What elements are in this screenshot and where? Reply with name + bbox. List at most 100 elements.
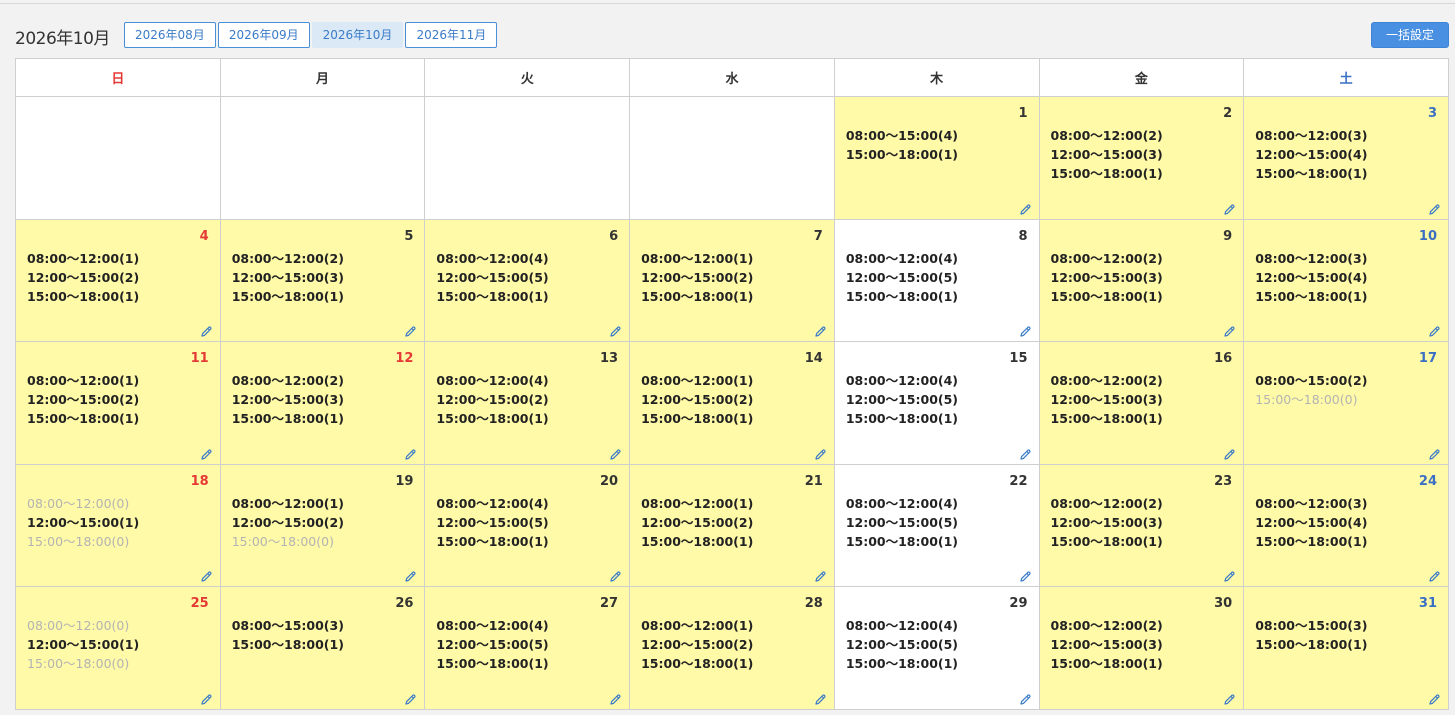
time-slot-list: 08:00〜12:00(3) 12:00〜15:00(4) 15:00〜18:00(…	[1255, 494, 1367, 551]
calendar-day-cell: 4 08:00〜12:00(1) 12:00〜15:00(2) 15:00〜18:00…	[15, 218, 221, 343]
day-number: 17	[1418, 351, 1437, 367]
time-slot-list: 08:00〜15:00(2) 15:00〜18:00(0)	[1255, 371, 1367, 409]
pencil-icon[interactable]	[404, 446, 417, 460]
calendar-grid: 日 月 火 水 木 金 土 1 08:00〜15:00(4) 15:00〜18:00…	[15, 58, 1449, 710]
pencil-icon[interactable]	[1428, 323, 1441, 337]
calendar-body: 1 08:00〜15:00(4) 15:00〜18:00(1) 2 08:00〜12:0…	[15, 96, 1449, 710]
pencil-icon[interactable]	[814, 568, 827, 582]
calendar-day-cell: 28 08:00〜12:00(1) 12:00〜15:00(2) 15:00〜18:0…	[629, 586, 835, 710]
day-number: 30	[1214, 596, 1233, 612]
pencil-icon[interactable]	[1428, 201, 1441, 215]
calendar-week-row: 25 08:00〜12:00(0) 12:00〜15:00(1) 15:00〜18:0…	[15, 586, 1449, 710]
time-slot: 12:00〜15:00(3)	[1050, 392, 1163, 408]
calendar-day-cell: 20 08:00〜12:00(4) 12:00〜15:00(5) 15:00〜18:0…	[424, 463, 631, 588]
time-slot: 08:00〜12:00(1)	[27, 250, 140, 266]
calendar-empty-cell	[15, 96, 221, 220]
pencil-icon[interactable]	[1223, 568, 1236, 582]
pencil-icon[interactable]	[1223, 323, 1236, 337]
time-slot-list: 08:00〜12:00(2) 12:00〜15:00(3) 15:00〜18:00(…	[1051, 249, 1163, 306]
calendar-day-cell: 31 08:00〜15:00(3) 15:00〜18:00(1)	[1243, 586, 1449, 710]
time-slot-list: 08:00〜12:00(2) 12:00〜15:00(3) 15:00〜18:00(…	[1051, 616, 1163, 673]
pencil-icon[interactable]	[1428, 446, 1441, 460]
calendar-day-cell: 18 08:00〜12:00(0) 12:00〜15:00(1) 15:00〜18:0…	[15, 463, 221, 588]
time-slot: 15:00〜18:00(1)	[436, 533, 549, 549]
time-slot-list: 08:00〜12:00(1) 12:00〜15:00(2) 15:00〜18:00(…	[232, 494, 344, 551]
pencil-icon[interactable]	[1223, 691, 1236, 705]
calendar-day-cell: 2 08:00〜12:00(2) 12:00〜15:00(3) 15:00〜18:00…	[1038, 96, 1245, 220]
pencil-icon[interactable]	[609, 323, 622, 337]
calendar-day-cell: 29 08:00〜12:00(4) 12:00〜15:00(5) 15:00〜18:0…	[833, 586, 1040, 710]
day-number: 24	[1418, 473, 1437, 489]
pencil-icon[interactable]	[1223, 201, 1236, 215]
pencil-icon[interactable]	[1019, 446, 1032, 460]
time-slot: 12:00〜15:00(3)	[1050, 637, 1163, 653]
time-slot-list: 08:00〜12:00(4) 12:00〜15:00(5) 15:00〜18:00(…	[846, 249, 958, 306]
time-slot: 12:00〜15:00(1)	[27, 514, 140, 530]
time-slot-list: 08:00〜12:00(4) 12:00〜15:00(5) 15:00〜18:00(…	[436, 249, 548, 306]
day-number: 28	[804, 596, 823, 612]
pencil-icon[interactable]	[404, 691, 417, 705]
time-slot-list: 08:00〜12:00(2) 12:00〜15:00(3) 15:00〜18:00(…	[232, 249, 344, 306]
time-slot: 15:00〜18:00(1)	[845, 656, 959, 672]
time-slot: 08:00〜12:00(0)	[27, 618, 130, 634]
time-slot: 08:00〜12:00(2)	[1050, 618, 1163, 634]
time-slot: 12:00〜15:00(2)	[641, 392, 754, 408]
time-slot-list: 08:00〜15:00(4) 15:00〜18:00(1)	[846, 126, 958, 164]
time-slot-list: 08:00〜12:00(2) 12:00〜15:00(3) 15:00〜18:00(…	[232, 371, 344, 428]
pencil-icon[interactable]	[1019, 323, 1032, 337]
pencil-icon[interactable]	[200, 323, 213, 337]
pencil-icon[interactable]	[200, 446, 213, 460]
calendar-toolbar: 2026年10月 2026年08月 2026年09月 2026年10月 2026…	[15, 22, 1449, 50]
time-slot: 12:00〜15:00(5)	[436, 269, 549, 285]
day-number: 29	[1009, 596, 1028, 612]
day-number: 1	[1018, 106, 1028, 121]
pencil-icon[interactable]	[200, 568, 213, 582]
calendar-day-cell: 5 08:00〜12:00(2) 12:00〜15:00(3) 15:00〜18:00…	[219, 218, 426, 343]
pencil-icon[interactable]	[1019, 568, 1032, 582]
month-tab-2026-10[interactable]: 2026年10月	[311, 22, 404, 48]
pencil-icon[interactable]	[404, 323, 417, 337]
pencil-icon[interactable]	[609, 568, 622, 582]
time-slot: 15:00〜18:00(1)	[231, 288, 344, 304]
day-number: 12	[395, 351, 414, 367]
pencil-icon[interactable]	[1428, 691, 1441, 705]
time-slot: 15:00〜18:00(1)	[1255, 637, 1368, 653]
pencil-icon[interactable]	[609, 691, 622, 705]
time-slot: 12:00〜15:00(3)	[231, 392, 344, 408]
time-slot: 08:00〜12:00(1)	[641, 495, 754, 511]
time-slot: 08:00〜12:00(4)	[845, 495, 959, 511]
day-number: 3	[1427, 106, 1437, 121]
pencil-icon[interactable]	[200, 691, 213, 705]
time-slot: 15:00〜18:00(1)	[1050, 533, 1163, 549]
day-number: 16	[1214, 351, 1233, 367]
month-tab-2026-11[interactable]: 2026年11月	[405, 22, 498, 48]
pencil-icon[interactable]	[814, 446, 827, 460]
pencil-icon[interactable]	[404, 568, 417, 582]
time-slot: 08:00〜12:00(2)	[231, 373, 344, 389]
time-slot: 08:00〜12:00(3)	[1255, 250, 1368, 266]
calendar-day-cell: 27 08:00〜12:00(4) 12:00〜15:00(5) 15:00〜18:0…	[424, 586, 631, 710]
pencil-icon[interactable]	[1019, 691, 1032, 705]
calendar-day-cell: 3 08:00〜12:00(3) 12:00〜15:00(4) 15:00〜18:00…	[1243, 96, 1449, 220]
time-slot: 15:00〜18:00(1)	[1050, 288, 1163, 304]
time-slot: 12:00〜15:00(3)	[1050, 269, 1163, 285]
day-number: 10	[1418, 228, 1437, 244]
time-slot: 12:00〜15:00(1)	[27, 637, 140, 653]
time-slot: 15:00〜18:00(1)	[1255, 166, 1368, 181]
pencil-icon[interactable]	[814, 323, 827, 337]
month-tab-2026-08[interactable]: 2026年08月	[124, 22, 216, 48]
bulk-settings-button[interactable]: 一括設定	[1371, 22, 1449, 48]
pencil-icon[interactable]	[1428, 568, 1441, 582]
pencil-icon[interactable]	[814, 691, 827, 705]
pencil-icon[interactable]	[1223, 446, 1236, 460]
time-slot: 15:00〜18:00(0)	[231, 533, 334, 549]
calendar-day-cell: 15 08:00〜12:00(4) 12:00〜15:00(5) 15:00〜18:0…	[833, 341, 1040, 465]
time-slot: 08:00〜15:00(3)	[1255, 618, 1368, 634]
pencil-icon[interactable]	[609, 446, 622, 460]
day-number: 19	[395, 473, 414, 489]
time-slot: 12:00〜15:00(5)	[845, 392, 959, 408]
pencil-icon[interactable]	[1019, 201, 1032, 215]
month-tab-2026-09[interactable]: 2026年09月	[217, 22, 310, 48]
time-slot: 08:00〜12:00(4)	[845, 618, 959, 634]
time-slot: 15:00〜18:00(1)	[1255, 288, 1368, 304]
